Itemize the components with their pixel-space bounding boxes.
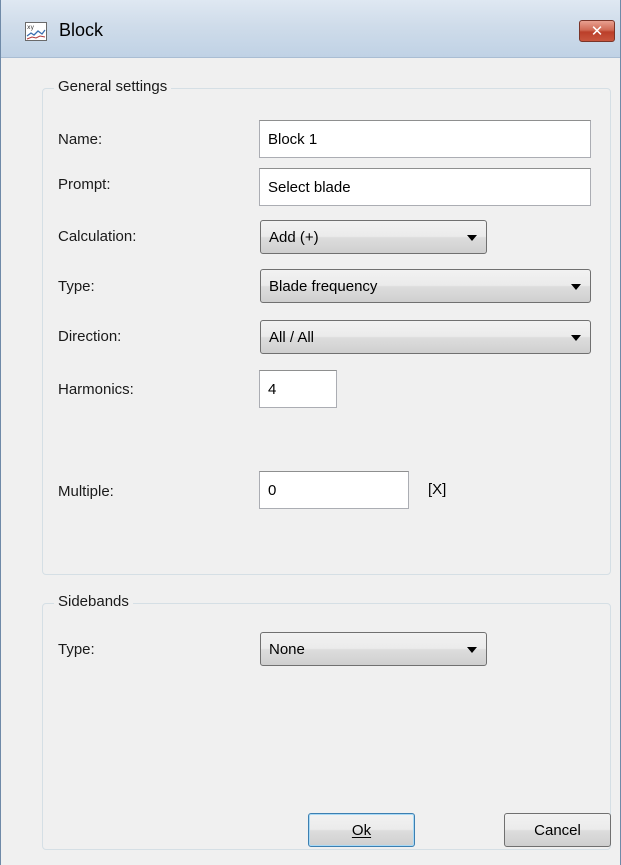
name-field[interactable]: Block 1 [259,120,591,158]
cancel-button[interactable]: Cancel [504,813,611,847]
xy-chart-icon: xy [25,22,47,41]
type-select[interactable]: Blade frequency [260,269,591,303]
multiple-label: Multiple: [58,483,114,500]
chevron-down-icon [571,335,581,341]
prompt-label: Prompt: [58,176,111,193]
direction-select[interactable]: All / All [260,320,591,354]
direction-label: Direction: [58,328,122,345]
calculation-select[interactable]: Add (+) [260,220,487,254]
title-bar[interactable]: xy Block ✕ [1,0,620,58]
block-dialog: xy Block ✕ General settings Name: Block … [0,0,621,865]
close-icon: ✕ [590,23,604,40]
svg-text:xy: xy [27,24,35,31]
dialog-body: General settings Name: Block 1 Prompt: S… [1,58,620,865]
chevron-down-icon [467,235,477,241]
type-value: Blade frequency [269,277,378,295]
close-button[interactable]: ✕ [579,20,615,42]
sidebands-type-value: None [269,640,305,658]
ok-button[interactable]: Ok [308,813,415,847]
harmonics-field[interactable]: 4 [259,370,337,408]
type-label: Type: [58,278,95,295]
sidebands-type-label: Type: [58,641,95,658]
multiple-field[interactable]: 0 [259,471,409,509]
chevron-down-icon [571,284,581,290]
calculation-label: Calculation: [58,228,137,245]
ok-button-label: Ok [351,821,372,839]
multiple-unit: [X] [428,481,447,498]
prompt-field[interactable]: Select blade [259,168,591,206]
chevron-down-icon [467,647,477,653]
harmonics-label: Harmonics: [58,381,134,398]
general-settings-title: General settings [54,78,172,95]
direction-value: All / All [269,328,315,346]
window-title: Block [59,20,104,40]
sidebands-type-select[interactable]: None [260,632,487,666]
name-label: Name: [58,131,103,148]
calculation-value: Add (+) [269,228,319,246]
cancel-button-label: Cancel [534,821,581,839]
sidebands-title: Sidebands [54,593,133,610]
